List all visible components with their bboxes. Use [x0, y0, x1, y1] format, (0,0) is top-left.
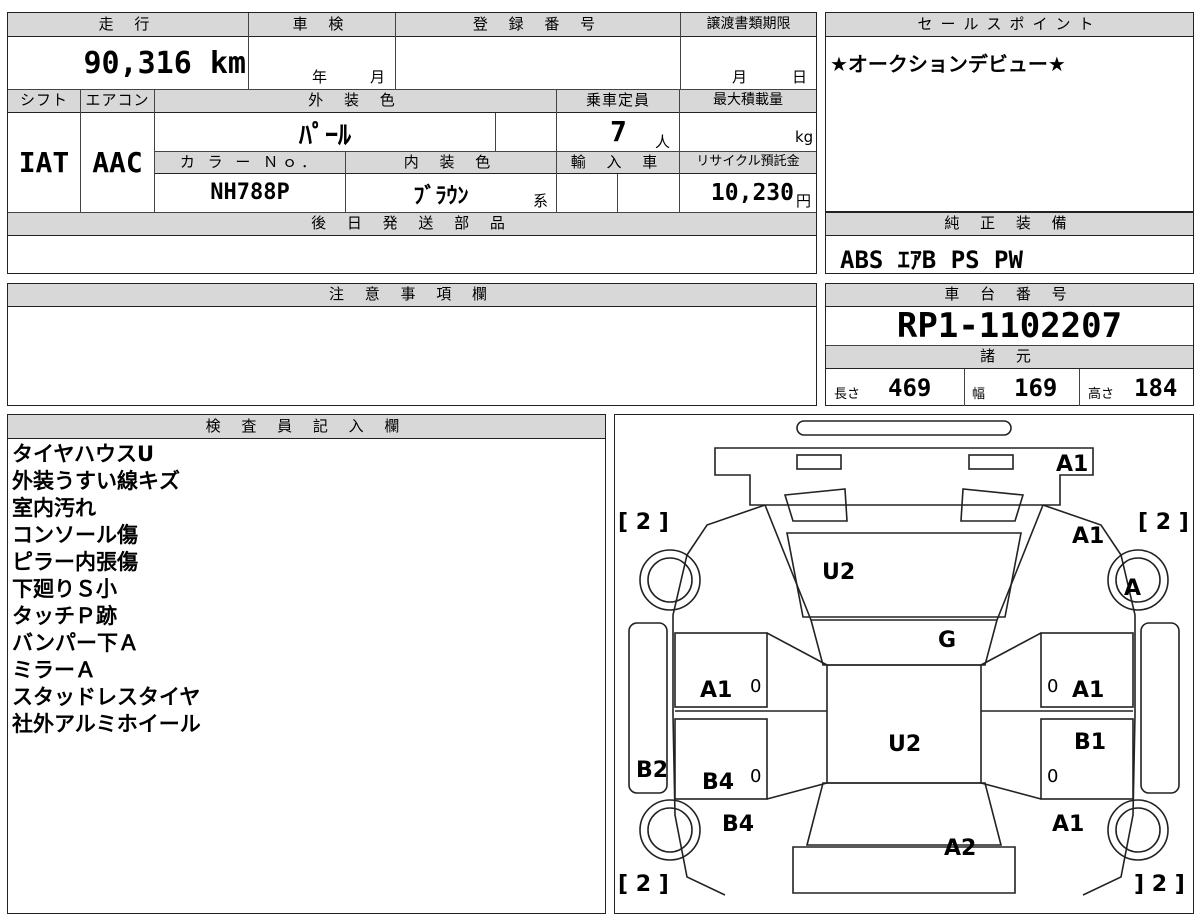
recycle-header: リサイクル預託金	[680, 152, 816, 174]
shift-value: IAT	[18, 146, 70, 179]
capacity-unit: 人	[655, 133, 671, 151]
damage-right-front-door: A1	[1072, 678, 1105, 703]
inspector-line: 外装うすい線キズ	[12, 469, 180, 493]
equipment-header: 純 正 装 備	[826, 213, 1193, 236]
height-label: 高さ	[1088, 387, 1115, 402]
damage-left-rocker: B2	[636, 758, 669, 783]
max-load-header: 最大積載量	[680, 90, 816, 113]
shaken-header: 車 検	[249, 13, 395, 37]
later-parts-header: 後 日 発 送 部 品	[8, 213, 816, 236]
tread-rear-right: ] 2 ]	[1134, 872, 1185, 897]
registration-header: 登 録 番 号	[396, 13, 680, 37]
damage-left-rear-door: B4	[702, 770, 735, 795]
sales-point-header: セールスポイント	[826, 13, 1193, 37]
load-unit: kg	[795, 128, 814, 146]
inspector-header: 検 査 員 記 入 欄	[8, 415, 605, 439]
equipment-text: ABS ｴｱB PS PW	[840, 246, 1023, 274]
sales-point-text: ★オークションデビュー★	[830, 52, 1066, 76]
chassis-header: 車 台 番 号	[826, 284, 1193, 307]
damage-front-right-fender: A1	[1072, 524, 1105, 549]
zero-mark: 0	[750, 766, 762, 787]
width-value: 169	[1014, 374, 1058, 402]
recycle-unit: 円	[796, 192, 812, 210]
capacity-value: 7	[610, 115, 627, 148]
shaken-month: 月	[370, 68, 386, 86]
sales-point-box	[825, 12, 1194, 212]
inspector-line: コンソール傷	[12, 523, 138, 547]
zero-mark: 0	[1047, 766, 1059, 787]
inspector-line: バンパー下Ａ	[12, 631, 140, 655]
color-no-value: NH788P	[210, 180, 290, 205]
tread-rear-left: [ 2 ]	[618, 872, 669, 897]
chassis-number: RP1-1102207	[896, 306, 1123, 346]
height-value: 184	[1134, 374, 1178, 402]
interior-color-header: 内 装 色	[346, 152, 556, 174]
specs-header: 諸 元	[826, 346, 1193, 369]
damage-front-bumper: A1	[1056, 452, 1089, 477]
exterior-color-value: ﾊﾟｰﾙ	[298, 121, 351, 151]
car-outline-diagram	[628, 420, 1180, 896]
damage-windshield: G	[938, 628, 957, 653]
zero-mark: 0	[750, 676, 762, 697]
damage-rear: A2	[944, 836, 977, 861]
inspector-line: 下廻りＳ小	[12, 577, 117, 601]
shaken-year: 年	[312, 68, 328, 86]
damage-left-rear-fender: B4	[722, 812, 755, 837]
length-label: 長さ	[834, 387, 861, 402]
interior-color-suffix: 系	[533, 192, 549, 210]
inspector-notes: タイヤハウスU 外装うすい線キズ 室内汚れ コンソール傷 ピラー内張傷 下廻りＳ…	[12, 441, 201, 738]
inspector-line: ピラー内張傷	[12, 550, 138, 574]
import-header: 輸 入 車	[557, 152, 679, 174]
aircon-header: エアコン	[81, 90, 154, 113]
color-no-header: カ ラ ー Ｎｏ．	[155, 152, 345, 174]
recycle-value: 10,230	[710, 180, 794, 206]
zero-mark: 0	[1047, 676, 1059, 697]
interior-color-value: ﾌﾞﾗｳﾝ	[413, 184, 469, 209]
mileage-header: 走 行	[8, 13, 248, 37]
length-value: 469	[888, 374, 932, 402]
inspector-line: 社外アルミホイール	[12, 712, 201, 736]
shift-header: シフト	[8, 90, 80, 113]
capacity-header: 乗車定員	[557, 90, 679, 113]
damage-front-right-wheel: A	[1124, 576, 1142, 601]
inspector-line: ミラーＡ	[12, 658, 96, 682]
transfer-deadline-header: 譲渡書類期限	[681, 13, 816, 37]
deadline-day: 日	[792, 68, 808, 86]
width-label: 幅	[972, 387, 986, 402]
notes-header: 注 意 事 項 欄	[8, 284, 816, 307]
aircon-value: AAC	[92, 146, 143, 179]
tread-front-left: [ 2 ]	[618, 510, 669, 535]
inspector-line: タッチＰ跡	[12, 604, 117, 628]
damage-left-front-door: A1	[700, 678, 733, 703]
inspector-line: タイヤハウスU	[12, 442, 155, 466]
deadline-month: 月	[732, 68, 748, 86]
inspector-line: 室内汚れ	[12, 496, 96, 520]
damage-right-rear-door: B1	[1074, 730, 1107, 755]
tread-front-right: [ 2 ]	[1138, 510, 1189, 535]
inspector-line: スタッドレスタイヤ	[12, 685, 201, 709]
damage-right-rear-fender: A1	[1052, 812, 1085, 837]
damage-roof: U2	[888, 732, 922, 757]
exterior-color-header: 外 装 色	[155, 90, 556, 113]
damage-hood: U2	[822, 560, 856, 585]
mileage-value: 90,316 km	[83, 46, 246, 81]
